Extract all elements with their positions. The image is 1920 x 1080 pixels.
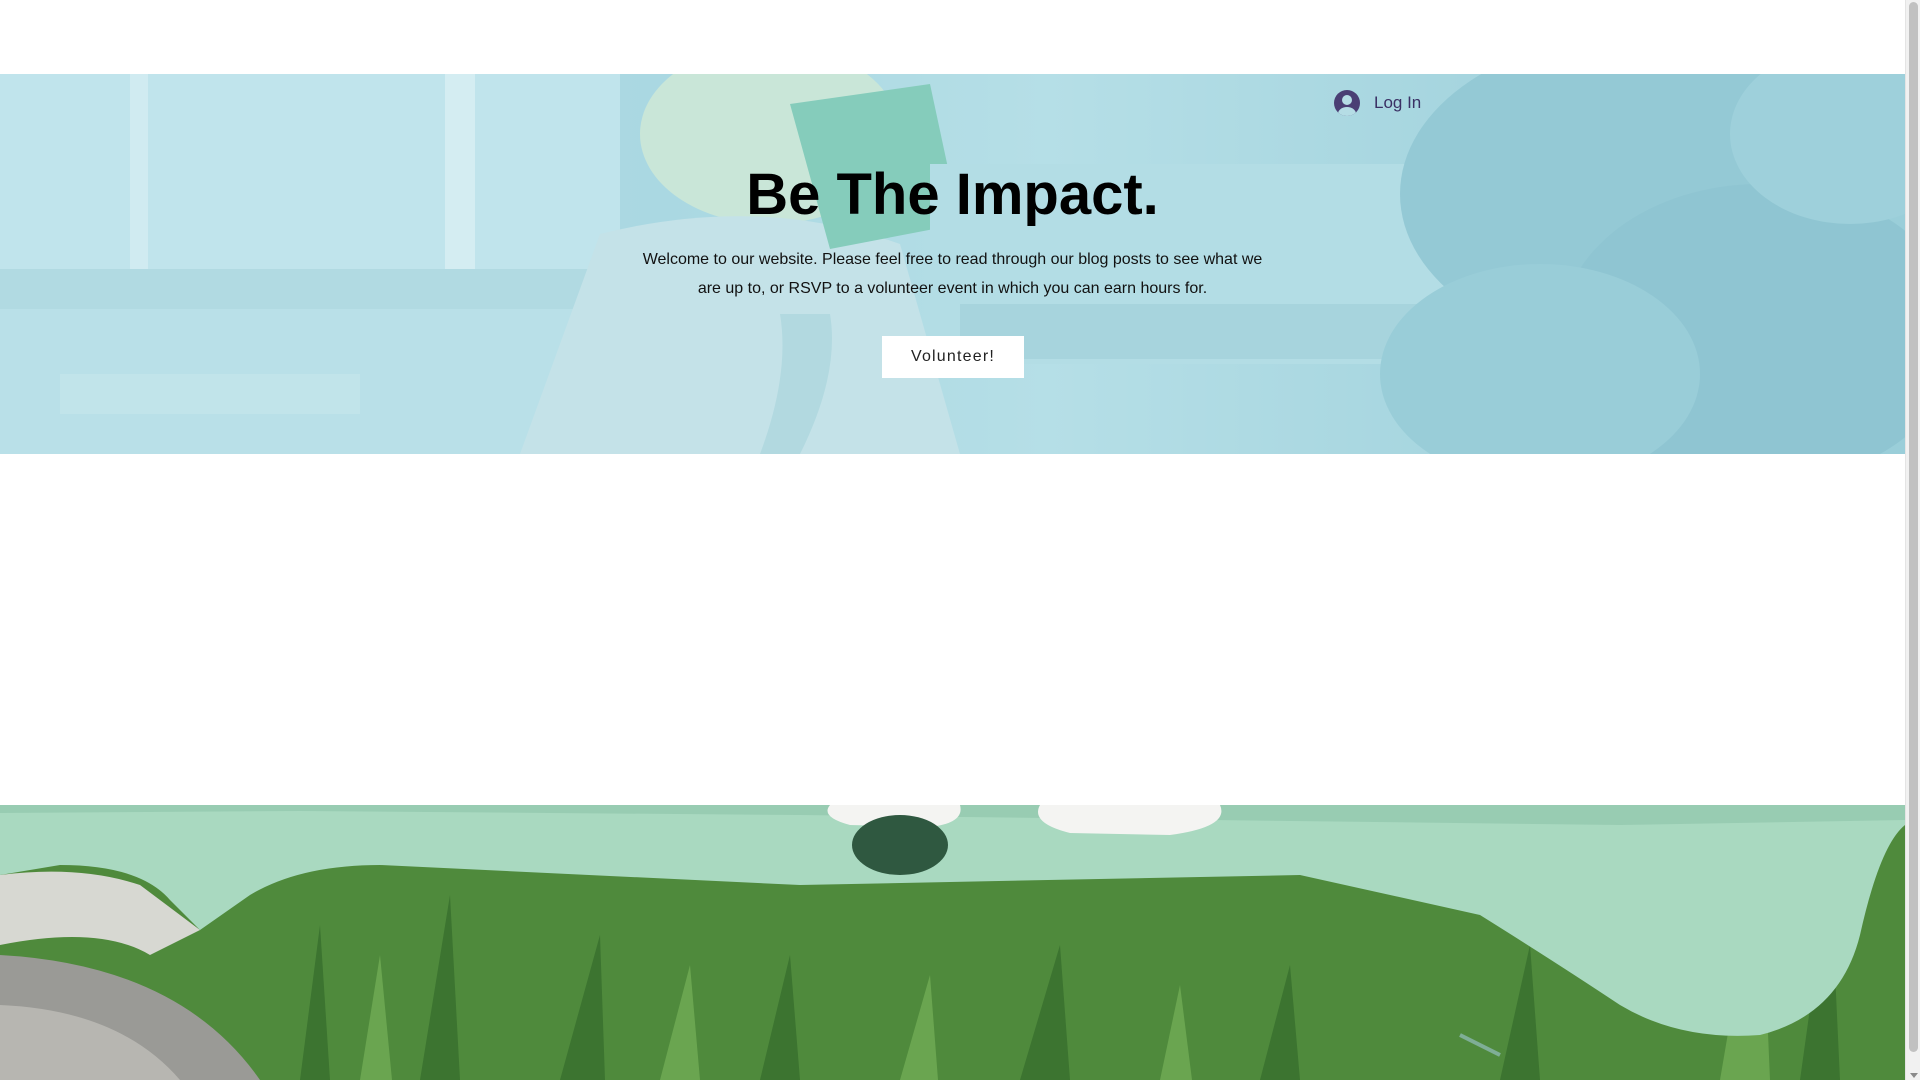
bench-photo [0, 805, 1905, 1080]
hero-description: Welcome to our website. Please feel free… [642, 251, 1263, 297]
scroll-down-arrow-icon[interactable] [1910, 1073, 1918, 1078]
vertical-scrollbar[interactable] [1905, 0, 1920, 1080]
scrollbar-thumb[interactable] [1909, 2, 1918, 1052]
login-label: Log In [1374, 93, 1422, 112]
bench-photo-section [0, 805, 1905, 1080]
volunteer-button[interactable]: Volunteer! [882, 336, 1024, 378]
top-header-strip [0, 0, 1905, 74]
hero-title: Be The Impact. [746, 162, 1159, 227]
login-button[interactable]: Log In [1334, 88, 1421, 118]
page: Log In Be The Impact. Welcome to our web… [0, 0, 1920, 1080]
content-section [0, 454, 1905, 805]
user-avatar-icon [1334, 90, 1360, 116]
